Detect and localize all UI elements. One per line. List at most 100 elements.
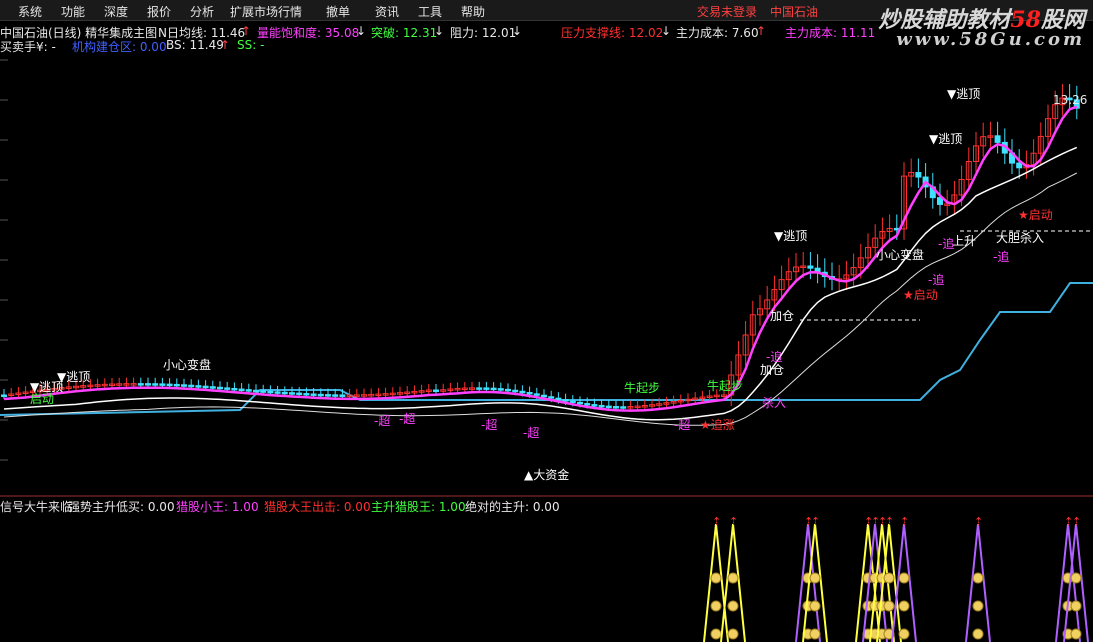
signal-arrow: ⇡ (864, 515, 873, 528)
login-status[interactable]: 交易未登录 (697, 3, 757, 20)
menu-item-2[interactable]: 深度 (104, 3, 128, 20)
candle-body (980, 136, 987, 147)
candle-body (951, 194, 958, 205)
indicator-value-10: ↓ (661, 24, 672, 38)
signal-spike (1063, 523, 1089, 642)
menu-item-0[interactable]: 系统 (18, 3, 42, 20)
signal-arrow: ⇡ (871, 515, 880, 528)
signal-coin (802, 628, 814, 640)
candle-body (245, 389, 252, 392)
menu-item-9[interactable]: 帮助 (461, 3, 485, 20)
candle-body (584, 403, 591, 406)
candle-body (368, 393, 375, 397)
sub-indicator-value-4: 主升猎股王: 1.00 (371, 500, 466, 514)
candle-body (425, 389, 432, 392)
chart-signal-label-11: ★启动 (1018, 208, 1053, 222)
candle-body (965, 161, 972, 180)
signal-coin (727, 572, 739, 584)
candle-body (404, 391, 411, 395)
candle-body (850, 267, 857, 276)
menu-item-8[interactable]: 工具 (418, 3, 442, 20)
signal-spike (802, 523, 828, 642)
candle-body (109, 383, 115, 387)
candle-body (389, 392, 396, 396)
candle-body (800, 265, 807, 268)
candle-body (353, 394, 360, 397)
candle-body (713, 394, 720, 398)
candle-body (749, 314, 756, 336)
chart-signal-label-7: ▼逃顶 (947, 87, 981, 101)
candle-body (173, 383, 180, 387)
indicator-value-9: 压力支撑线: 12.02 (561, 26, 664, 40)
chart-signal-label-28: -超 (674, 418, 691, 432)
indicator-value-7: 阻力: 12.01 (450, 26, 517, 40)
stock-name: 中国石油 (770, 5, 819, 19)
candle-body (879, 231, 886, 239)
candle-body (145, 383, 151, 386)
sub-indicator-value-2: 猎股小王: 1.00 (176, 500, 259, 514)
signal-spike (720, 523, 746, 642)
candle-body (375, 393, 382, 397)
candle-body (742, 334, 749, 356)
candle-body (397, 392, 403, 395)
signal-coin (710, 628, 722, 640)
indicator2-value-4: SS: - (237, 38, 265, 52)
candle-body (296, 392, 303, 396)
chart-signal-label-12: ★启动 (903, 288, 938, 302)
chart-signal-label-14: 加仓 (770, 309, 795, 323)
menu-item-7[interactable]: 资讯 (375, 3, 399, 20)
candle-body (137, 383, 144, 386)
signal-coin (862, 572, 874, 584)
candle-body (1, 394, 7, 397)
menu-item-6[interactable]: 撤单 (326, 3, 350, 20)
signal-spike (795, 523, 821, 642)
chart-signal-label-26: -超 (481, 418, 498, 432)
chart-signal-label-10: 大胆杀入 (996, 231, 1045, 245)
chart-signal-label-24: -超 (374, 414, 391, 428)
signal-coin (710, 572, 722, 584)
signal-spike (855, 523, 881, 642)
menu-item-4[interactable]: 分析 (190, 3, 214, 20)
candle-body (915, 172, 922, 178)
candle-body (735, 354, 742, 376)
candle-body (1009, 152, 1015, 164)
chart-signal-label-6: ▼逃顶 (929, 132, 963, 146)
indicator2-value-2: BS: 11.49 (166, 38, 224, 52)
candle-body (922, 176, 929, 188)
signal-coin (869, 628, 881, 640)
signal-coin (876, 600, 888, 612)
candle-body (1030, 152, 1037, 166)
kline-chart[interactable]: ⇡ ⇡ ⇡⇡ ⇡⇡⇡⇡ ⇡ ⇡ ⇡⇡ (0, 0, 1093, 642)
menu-item-1[interactable]: 功能 (61, 3, 85, 20)
candle-body (555, 397, 562, 401)
signal-coin (869, 572, 881, 584)
menu-item-3[interactable]: 报价 (147, 3, 171, 20)
signal-coin (898, 600, 910, 612)
candle-body (8, 393, 15, 397)
candle-body (87, 384, 94, 388)
signal-arrow: ⇡ (974, 515, 983, 528)
signal-coin (972, 628, 984, 640)
chart-signal-label-5: 小心变盘 (876, 248, 925, 262)
candle-body (382, 393, 389, 396)
candle-body (771, 289, 778, 301)
signal-coin (1070, 628, 1082, 640)
menu-item-5[interactable]: 扩展市场行情 (230, 3, 302, 20)
signal-coin (972, 572, 984, 584)
candle-body (1037, 135, 1044, 154)
candle-body (929, 186, 936, 199)
candle-body (541, 394, 547, 398)
candle-body (569, 400, 576, 404)
chart-signal-label-17: -追 (928, 273, 945, 287)
candle-body (181, 384, 187, 387)
signal-coin (802, 600, 814, 612)
sub-indicator-value-3: 猎股大王出击: 0.00 (264, 500, 371, 514)
candle-body (238, 388, 245, 392)
candle-body (15, 392, 22, 396)
sub-indicator-value-0: 信号大牛来临 (0, 500, 73, 514)
candle-body (505, 388, 511, 392)
candle-body (973, 145, 979, 163)
signal-coin (727, 600, 739, 612)
candle-body (317, 393, 324, 397)
signal-coin (898, 572, 910, 584)
